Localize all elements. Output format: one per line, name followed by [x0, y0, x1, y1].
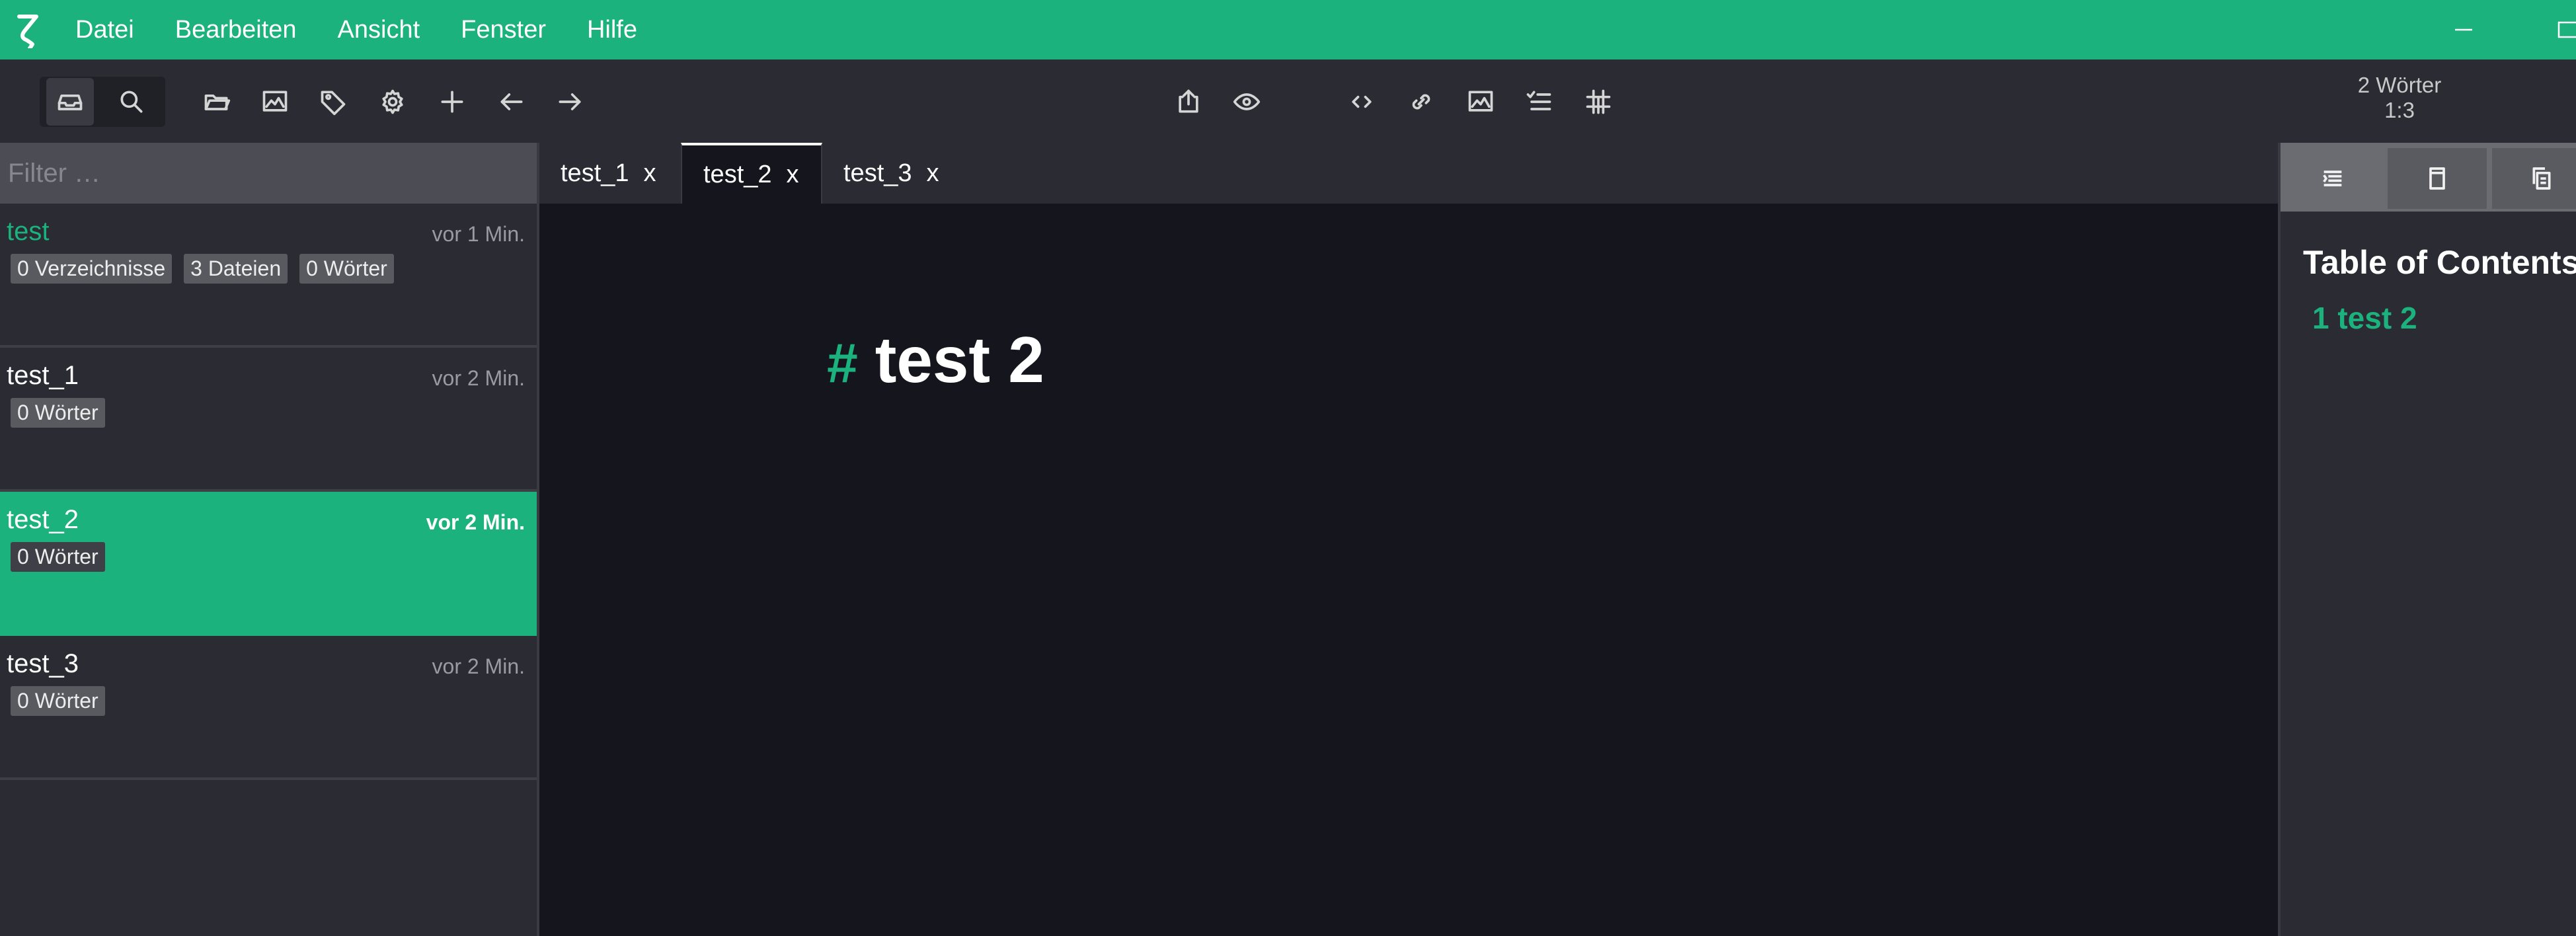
code-icon [1352, 95, 1372, 108]
badge-list: 0 Wörter [11, 686, 117, 716]
badge-list: 0 Verzeichnisse 3 Dateien 0 Wörter [11, 254, 406, 284]
modified-time: vor 2 Min. [432, 366, 525, 390]
insert-tasklist-button[interactable] [1515, 78, 1563, 126]
file-list-item-test-1[interactable]: test_1 vor 2 Min. 0 Wörter [0, 348, 537, 492]
preview-button[interactable] [1223, 78, 1270, 126]
image-icon [1468, 91, 1493, 112]
minimize-window-button[interactable] [2450, 15, 2477, 45]
menu-bearbeiten[interactable]: Bearbeiten [175, 16, 297, 44]
word-count-badge: 0 Wörter [11, 542, 105, 572]
editor-area[interactable]: # test 2 [539, 204, 2278, 936]
checklist-icon [1526, 91, 1551, 110]
insert-table-button[interactable] [1575, 78, 1622, 126]
menu-ansicht[interactable]: Ansicht [338, 16, 420, 44]
toc-tab[interactable] [2283, 148, 2382, 209]
search-button[interactable] [108, 78, 155, 126]
file-name: test_3 [7, 649, 79, 678]
tab-label: test_2 [703, 160, 772, 188]
editor-heading-line[interactable]: # test 2 [827, 323, 1044, 397]
menu-fenster[interactable]: Fenster [461, 16, 546, 44]
word-count-badge: 0 Wörter [299, 254, 394, 284]
tab-close-icon[interactable]: x [927, 159, 939, 188]
badge-list: 0 Wörter [11, 542, 117, 572]
badge-list: 0 Wörter [11, 398, 117, 428]
back-button[interactable] [488, 78, 535, 126]
toolbar [0, 59, 2576, 143]
toc-title: Table of Contents [2303, 244, 2576, 281]
modified-time: vor 2 Min. [432, 654, 525, 678]
word-count-badge: 0 Wörter [11, 686, 105, 716]
forward-button[interactable] [546, 78, 594, 126]
file-count-badge: 3 Dateien [184, 254, 288, 284]
heading-text: test 2 [875, 323, 1044, 396]
gear-icon [382, 89, 403, 114]
word-count-status: 2 Wörter 1:3 [2327, 73, 2472, 123]
open-workspace-button[interactable] [193, 78, 241, 126]
file-name: test_2 [7, 505, 79, 534]
image-chart-icon [262, 91, 288, 112]
related-files-tab[interactable] [2492, 148, 2576, 209]
filter-input[interactable] [0, 143, 537, 204]
tab-test-1[interactable]: test_1 x [539, 143, 681, 204]
file-list-sidebar: test vor 1 Min. 0 Verzeichnisse 3 Dateie… [0, 143, 539, 936]
zettlr-logo-icon [13, 10, 44, 50]
tab-label: test_1 [561, 159, 629, 187]
document-tab-bar: test_1 x test_2 x test_3 x [539, 143, 2278, 204]
link-icon [1412, 94, 1430, 110]
file-list-item-test-3[interactable]: test_3 vor 2 Min. 0 Wörter [0, 636, 537, 780]
insert-link-button[interactable] [1397, 78, 1445, 126]
directory-name: test [7, 217, 50, 246]
new-file-button[interactable] [428, 78, 476, 126]
tray-icon [58, 95, 83, 110]
tab-close-icon[interactable]: x [787, 161, 799, 189]
right-sidebar-tabs [2281, 143, 2576, 212]
file-list-item-test-2[interactable]: test_2 vor 2 Min. 0 Wörter [0, 492, 537, 636]
menu-bar: Datei Bearbeiten Ansicht Fenster Hilfe [0, 0, 2576, 59]
tab-label: test_3 [843, 159, 912, 187]
table-grid-icon [1586, 89, 1611, 114]
word-count-badge: 0 Wörter [11, 398, 105, 428]
tags-button[interactable] [309, 78, 357, 126]
file-manager-button[interactable] [46, 78, 94, 126]
settings-button[interactable] [369, 78, 416, 126]
heading-marker: # [827, 332, 858, 394]
insert-image-button[interactable] [1457, 78, 1504, 126]
file-name: test_1 [7, 361, 79, 390]
right-sidebar: Table of Contents 1 test 2 [2278, 143, 2576, 936]
export-icon [1179, 89, 1198, 113]
book-icon [2429, 167, 2445, 190]
insert-code-button[interactable] [1338, 78, 1386, 126]
menu-hilfe[interactable]: Hilfe [587, 16, 637, 44]
toc-entry[interactable]: 1 test 2 [2312, 300, 2417, 336]
export-button[interactable] [1165, 78, 1212, 126]
search-icon [120, 91, 143, 113]
plus-icon [441, 91, 463, 113]
arrow-right-icon [559, 93, 581, 110]
modified-time: vor 2 Min. [426, 510, 525, 534]
tab-test-3[interactable]: test_3 x [822, 143, 964, 204]
references-tab[interactable] [2388, 148, 2487, 209]
modified-time: vor 1 Min. [432, 222, 525, 246]
eye-icon [1233, 93, 1261, 110]
folder-open-icon [204, 95, 231, 110]
maximize-window-button[interactable] [2550, 15, 2576, 45]
tab-test-2[interactable]: test_2 x [681, 143, 822, 204]
arrow-left-icon [500, 93, 523, 110]
toc-list-icon [2323, 171, 2342, 186]
graph-view-button[interactable] [251, 78, 299, 126]
tab-close-icon[interactable]: x [644, 159, 656, 188]
word-count-label: 2 Wörter [2357, 73, 2442, 97]
menu-datei[interactable]: Datei [75, 16, 134, 44]
file-list-item-test[interactable]: test vor 1 Min. 0 Verzeichnisse 3 Dateie… [0, 204, 537, 348]
copy-files-icon [2532, 167, 2551, 190]
tag-icon [321, 91, 346, 116]
cursor-position-label: 1:3 [2384, 98, 2415, 122]
directory-count-badge: 0 Verzeichnisse [11, 254, 173, 284]
